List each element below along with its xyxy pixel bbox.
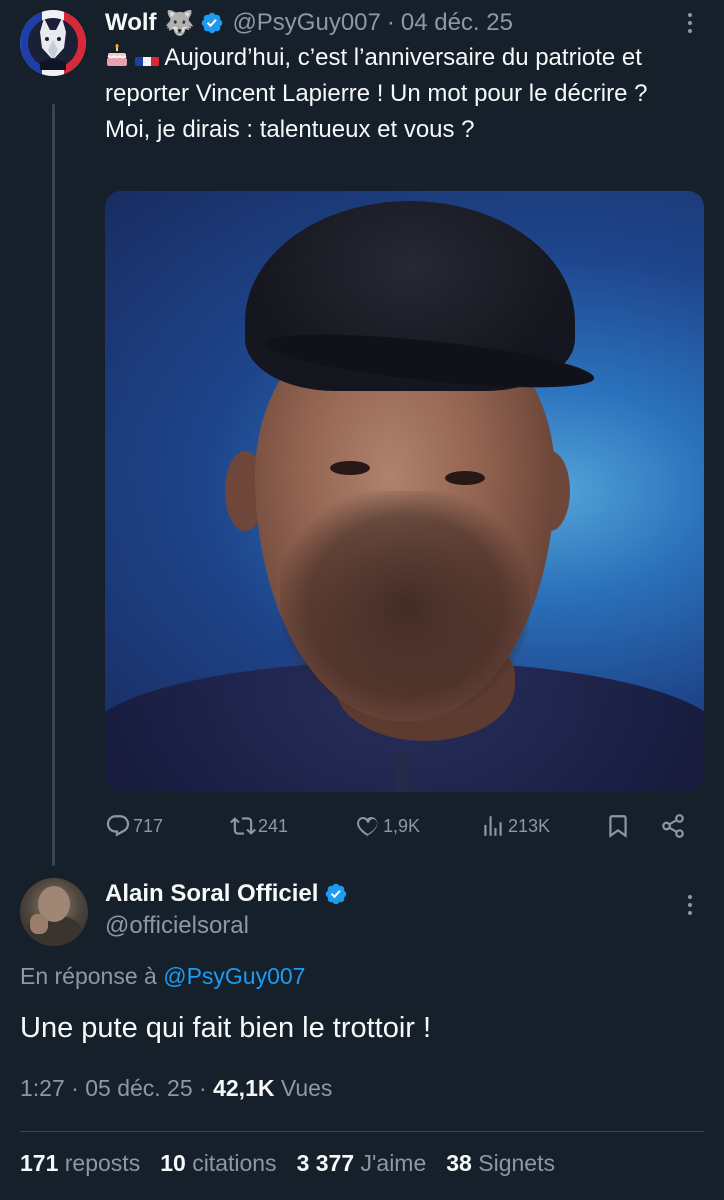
reply-author-handle[interactable]: @officielsoral <box>105 912 249 940</box>
verified-badge-icon <box>324 882 348 906</box>
repost-count: 241 <box>258 815 289 836</box>
share-button[interactable] <box>660 813 686 839</box>
likes-stat-label: J'aime <box>360 1150 427 1176</box>
tweet-header: Wolf 🐺 @PsyGuy007 · 04 déc. 25 <box>105 6 664 40</box>
reply-author-name[interactable]: Alain Soral Officiel <box>105 880 318 908</box>
header-separator: · <box>386 9 395 36</box>
repost-button[interactable]: 241 <box>230 813 288 839</box>
reply-context: En réponse à @PsyGuy007 <box>20 963 305 990</box>
meta-separator: · <box>71 1075 79 1101</box>
tweet-text: Aujourd’hui, c’est l’anniversaire du pat… <box>105 40 675 148</box>
repost-icon <box>230 817 256 835</box>
like-button[interactable]: 1,9K <box>355 813 420 839</box>
tweet-text-body: Aujourd’hui, c’est l’anniversaire du pat… <box>105 44 648 143</box>
avatar-hand <box>30 914 48 934</box>
likes-stat[interactable]: 3 377 J'aime <box>297 1150 427 1177</box>
bookmark-button[interactable] <box>605 813 631 839</box>
bookmark-icon <box>609 815 627 838</box>
heart-icon <box>357 817 378 837</box>
reply-button[interactable]: 717 <box>105 813 163 839</box>
tweet-date[interactable]: 04 déc. 25 <box>401 9 513 37</box>
reply-count: 717 <box>133 815 164 836</box>
author-handle[interactable]: @PsyGuy007 <box>232 9 380 37</box>
more-options-button[interactable] <box>676 6 704 40</box>
like-count: 1,9K <box>383 815 421 836</box>
likes-stat-count: 3 377 <box>296 1150 355 1176</box>
birthday-cake-emoji-icon <box>107 44 127 66</box>
citations-stat[interactable]: 10 citations <box>160 1150 276 1177</box>
france-flag-emoji-icon <box>135 49 159 66</box>
citations-stat-count: 10 <box>160 1150 186 1176</box>
reply-date[interactable]: 05 déc. 25 <box>85 1075 192 1101</box>
divider <box>20 1131 704 1132</box>
reply-to-handle-link[interactable]: @PsyGuy007 <box>163 963 305 989</box>
reposts-stat-label: reposts <box>64 1150 141 1176</box>
wolf-avatar-image <box>20 10 86 76</box>
avatar[interactable] <box>20 10 86 76</box>
reply-prefix: En réponse à <box>20 963 157 989</box>
citations-stat-label: citations <box>192 1150 277 1176</box>
reposts-stat-count: 171 <box>20 1150 59 1176</box>
photo-shade <box>105 191 704 792</box>
bookmarks-stat-label: Signets <box>478 1150 555 1176</box>
wolf-emoji: 🐺 <box>164 9 195 37</box>
reply-icon <box>106 815 130 837</box>
reposts-stat[interactable]: 171 reposts <box>20 1150 140 1177</box>
reply-time[interactable]: 1:27 <box>20 1075 65 1101</box>
reply-views-count: 42,1K <box>213 1075 275 1101</box>
views-chart-icon <box>484 816 502 836</box>
reply-views-label: Vues <box>280 1075 333 1101</box>
thread-connector-line <box>52 104 55 866</box>
bookmarks-stat[interactable]: 38 Signets <box>446 1150 555 1177</box>
tweet-action-bar: 717 241 1,9K 213K <box>105 808 695 844</box>
meta-separator: · <box>199 1075 207 1101</box>
author-name[interactable]: Wolf <box>105 9 157 37</box>
avatar[interactable] <box>20 878 88 946</box>
reply-stats: 171 reposts 10 citations 3 377 J'aime 38… <box>20 1150 555 1177</box>
bookmarks-stat-count: 38 <box>446 1150 472 1176</box>
share-icon <box>662 814 684 838</box>
verified-badge-icon <box>200 11 224 35</box>
reply-text: Une pute qui fait bien le trottoir ! <box>20 1012 432 1044</box>
reply-meta: 1:27 · 05 déc. 25 · 42,1K Vues <box>20 1075 332 1102</box>
tweet-photo[interactable] <box>105 191 704 792</box>
views-button[interactable]: 213K <box>480 813 550 839</box>
reply-more-options-button[interactable] <box>676 888 704 922</box>
views-count: 213K <box>508 815 551 836</box>
reply-author-row: Alain Soral Officiel <box>105 880 348 908</box>
